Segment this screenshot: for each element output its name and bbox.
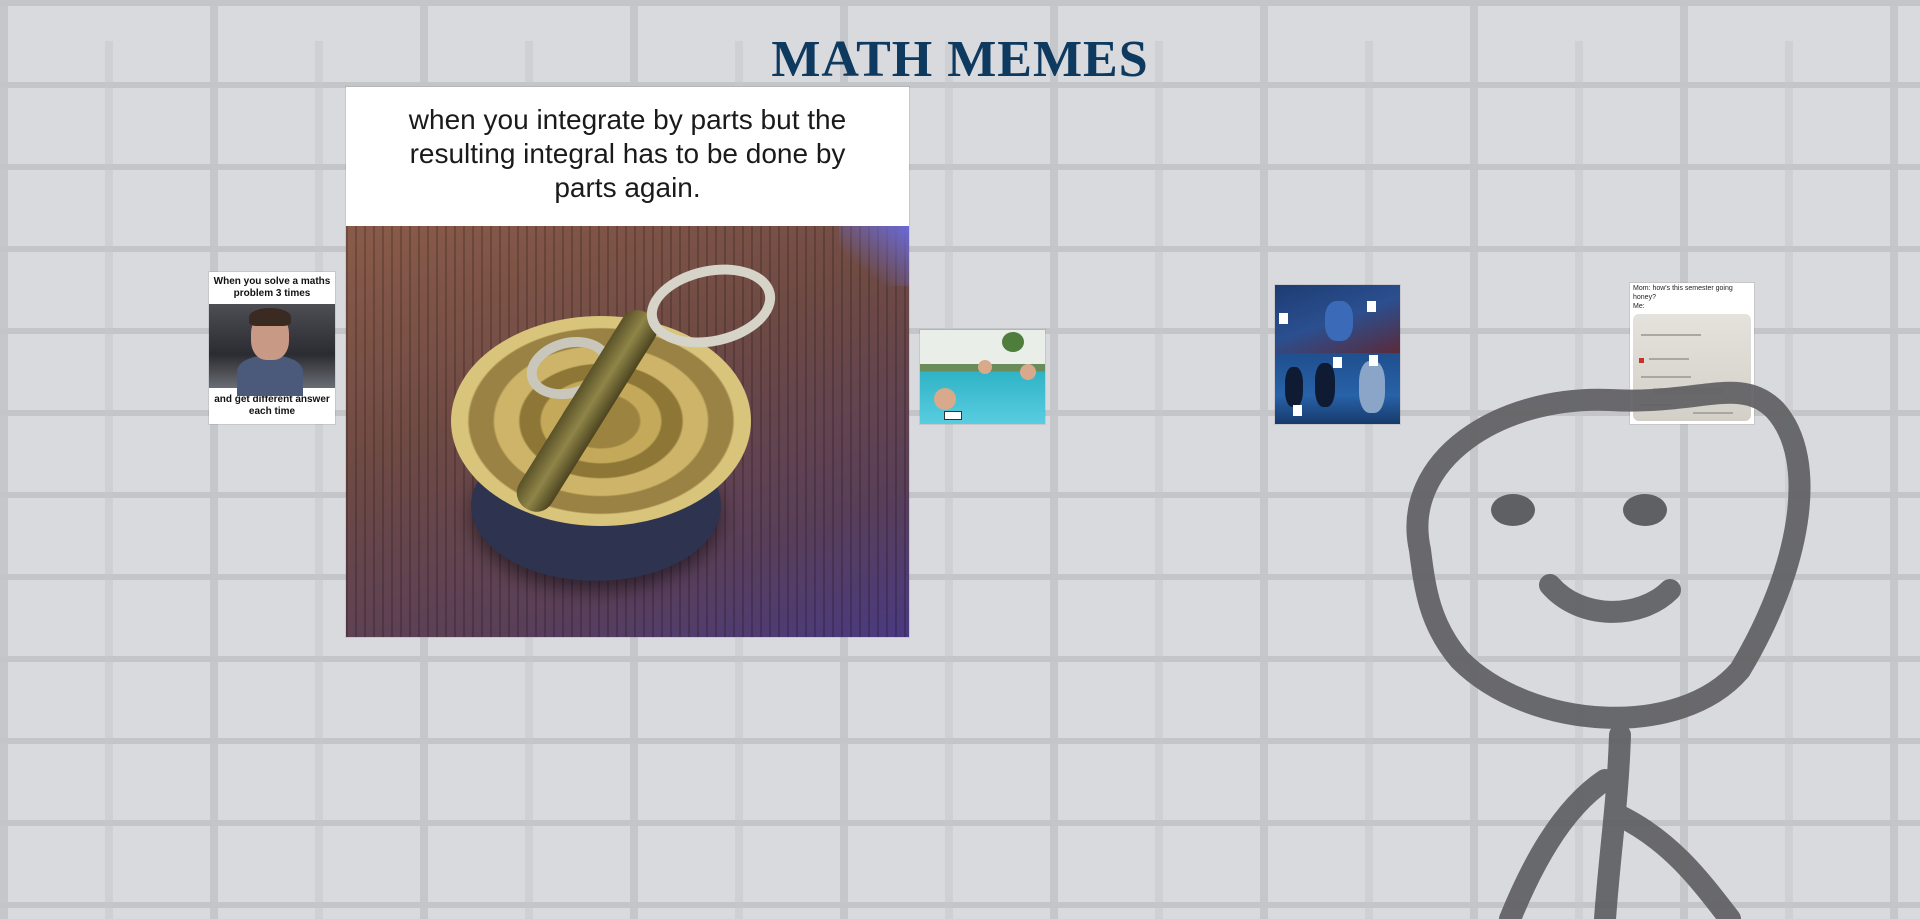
page-title: MATH MEMES [771, 31, 1149, 88]
meme-grades-caption-mom: Mom: how's this semester going honey? [1633, 285, 1733, 301]
meme-grades-caption-me: Me: [1633, 303, 1645, 310]
meme-pool-photo [920, 330, 1045, 424]
meme-can-caption: when you integrate by parts but the resu… [408, 104, 847, 203]
stick-figure-smile [1539, 574, 1681, 623]
stick-figure-eye-right [1623, 494, 1667, 526]
stick-figure-drawing [1406, 381, 1811, 919]
meme-can-photo [346, 226, 909, 637]
meme-spiderman-image[interactable]: When you solve a maths problem 3 times a… [209, 272, 335, 424]
meme-spiderman-caption-top: When you solve a maths problem 3 times [213, 276, 331, 299]
stick-figure-arm-right [1607, 804, 1741, 919]
meme-grades-caption: Mom: how's this semester going honey? Me… [1630, 283, 1754, 313]
meme-spiderman-photo [209, 304, 335, 396]
meme-can-image[interactable]: when you integrate by parts but the resu… [346, 87, 909, 637]
meme-hercules-top-panel [1275, 285, 1400, 353]
stick-figure-eye-left [1491, 494, 1535, 526]
meme-pool-image[interactable] [920, 330, 1045, 424]
stick-figure-arm-left [1499, 769, 1616, 919]
stick-figure-head [1406, 381, 1811, 729]
